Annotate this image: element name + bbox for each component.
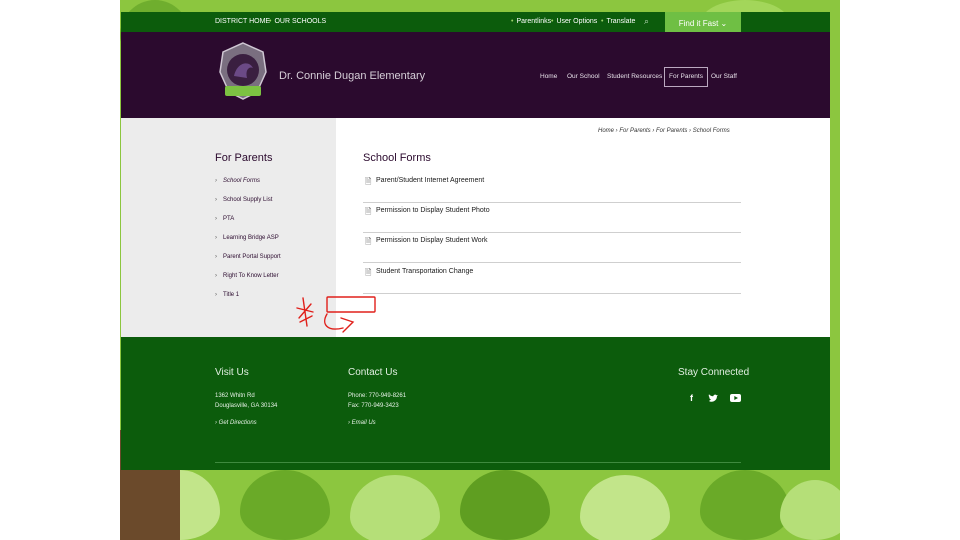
sidebar-item-school-forms[interactable]: › School Forms: [215, 178, 260, 184]
district-home-link[interactable]: DISTRICT HOME: [215, 18, 270, 25]
twitter-icon[interactable]: [708, 394, 718, 403]
sidebar-item-learning-bridge[interactable]: › Learning Bridge ASP: [215, 235, 279, 241]
chevron-right-icon: ›: [215, 292, 217, 298]
form-list-item[interactable]: 🗎 Permission to Display Student Photo: [363, 202, 741, 233]
form-list-item[interactable]: 🗎 Permission to Display Student Work: [363, 232, 741, 263]
facebook-icon[interactable]: f: [690, 393, 693, 403]
breadcrumb[interactable]: Home › For Parents › For Parents › Schoo…: [598, 128, 730, 134]
email-us-link[interactable]: › Email Us: [348, 420, 376, 426]
sidebar-item-right-to-know[interactable]: › Right To Know Letter: [215, 273, 279, 279]
document-link-icon: 🗎: [365, 207, 372, 216]
school-logo[interactable]: [219, 42, 267, 102]
footer-visit-title: Visit Us: [215, 367, 249, 378]
left-margin: [0, 0, 120, 540]
user-options-link[interactable]: • User Options: [551, 18, 597, 25]
chevron-right-icon: ›: [215, 216, 217, 222]
school-name[interactable]: Dr. Connie Dugan Elementary: [279, 70, 425, 82]
chevron-right-icon: ›: [215, 178, 217, 184]
sidebar-item-pta[interactable]: › PTA: [215, 216, 234, 222]
form-link[interactable]: Parent/Student Internet Agreement: [376, 177, 484, 184]
right-margin: [840, 0, 960, 540]
get-directions-link[interactable]: › Get Directions: [215, 420, 257, 426]
footer-divider: [215, 462, 741, 463]
form-list-item[interactable]: 🗎 Parent/Student Internet Agreement: [363, 172, 741, 203]
chevron-right-icon: ›: [215, 235, 217, 241]
handwritten-annotation-mark: [296, 296, 376, 333]
site-header: Dr. Connie Dugan Elementary Home Our Sch…: [121, 32, 830, 118]
form-link[interactable]: Permission to Display Student Photo: [376, 207, 490, 214]
chevron-right-icon: ›: [215, 197, 217, 203]
form-link[interactable]: Student Transportation Change: [376, 268, 473, 275]
form-link[interactable]: Permission to Display Student Work: [376, 237, 488, 244]
form-list-item[interactable]: 🗎 Student Transportation Change: [363, 263, 741, 294]
document-link-icon: 🗎: [365, 268, 372, 277]
footer-fax: Fax: 770-949-3423: [348, 403, 399, 409]
footer-phone: Phone: 770-949-8261: [348, 393, 407, 399]
nav-our-school[interactable]: Our School: [567, 68, 600, 86]
document-link-icon: 🗎: [365, 177, 372, 186]
site-footer: Visit Us 1362 Whitn Rd Douglasville, GA …: [121, 337, 830, 470]
nav-for-parents[interactable]: For Parents: [664, 67, 708, 87]
sidebar-item-parent-portal[interactable]: › Parent Portal Support: [215, 254, 281, 260]
nav-home[interactable]: Home: [540, 68, 557, 86]
website-frame: DISTRICT HOME • OUR SCHOOLS • Parentlinks …: [121, 12, 830, 470]
footer-address-line2: Douglasville, GA 30134: [215, 403, 278, 409]
footer-contact-title: Contact Us: [348, 367, 398, 378]
document-link-icon: 🗎: [365, 237, 372, 246]
translate-link[interactable]: • Translate: [601, 18, 635, 25]
chevron-right-icon: ›: [215, 254, 217, 260]
nav-student-resources[interactable]: Student Resources: [607, 68, 662, 86]
footer-stay-connected-title: Stay Connected: [678, 367, 750, 378]
youtube-icon[interactable]: [730, 394, 741, 402]
footer-address-line1: 1362 Whitn Rd: [215, 393, 255, 399]
sidebar-item-title-1[interactable]: › Title 1: [215, 292, 239, 298]
parentlinks-link[interactable]: • Parentlinks: [511, 18, 551, 25]
page-title: School Forms: [363, 152, 431, 164]
our-schools-link[interactable]: • OUR SCHOOLS: [269, 18, 326, 25]
sidebar-title: For Parents: [215, 152, 273, 164]
nav-our-staff[interactable]: Our Staff: [711, 68, 737, 86]
chevron-right-icon: ›: [215, 273, 217, 279]
chevron-down-icon: ⌄: [720, 19, 728, 28]
sidebar-item-school-supply-list[interactable]: › School Supply List: [215, 197, 272, 203]
search-icon[interactable]: ⌕: [644, 16, 649, 27]
